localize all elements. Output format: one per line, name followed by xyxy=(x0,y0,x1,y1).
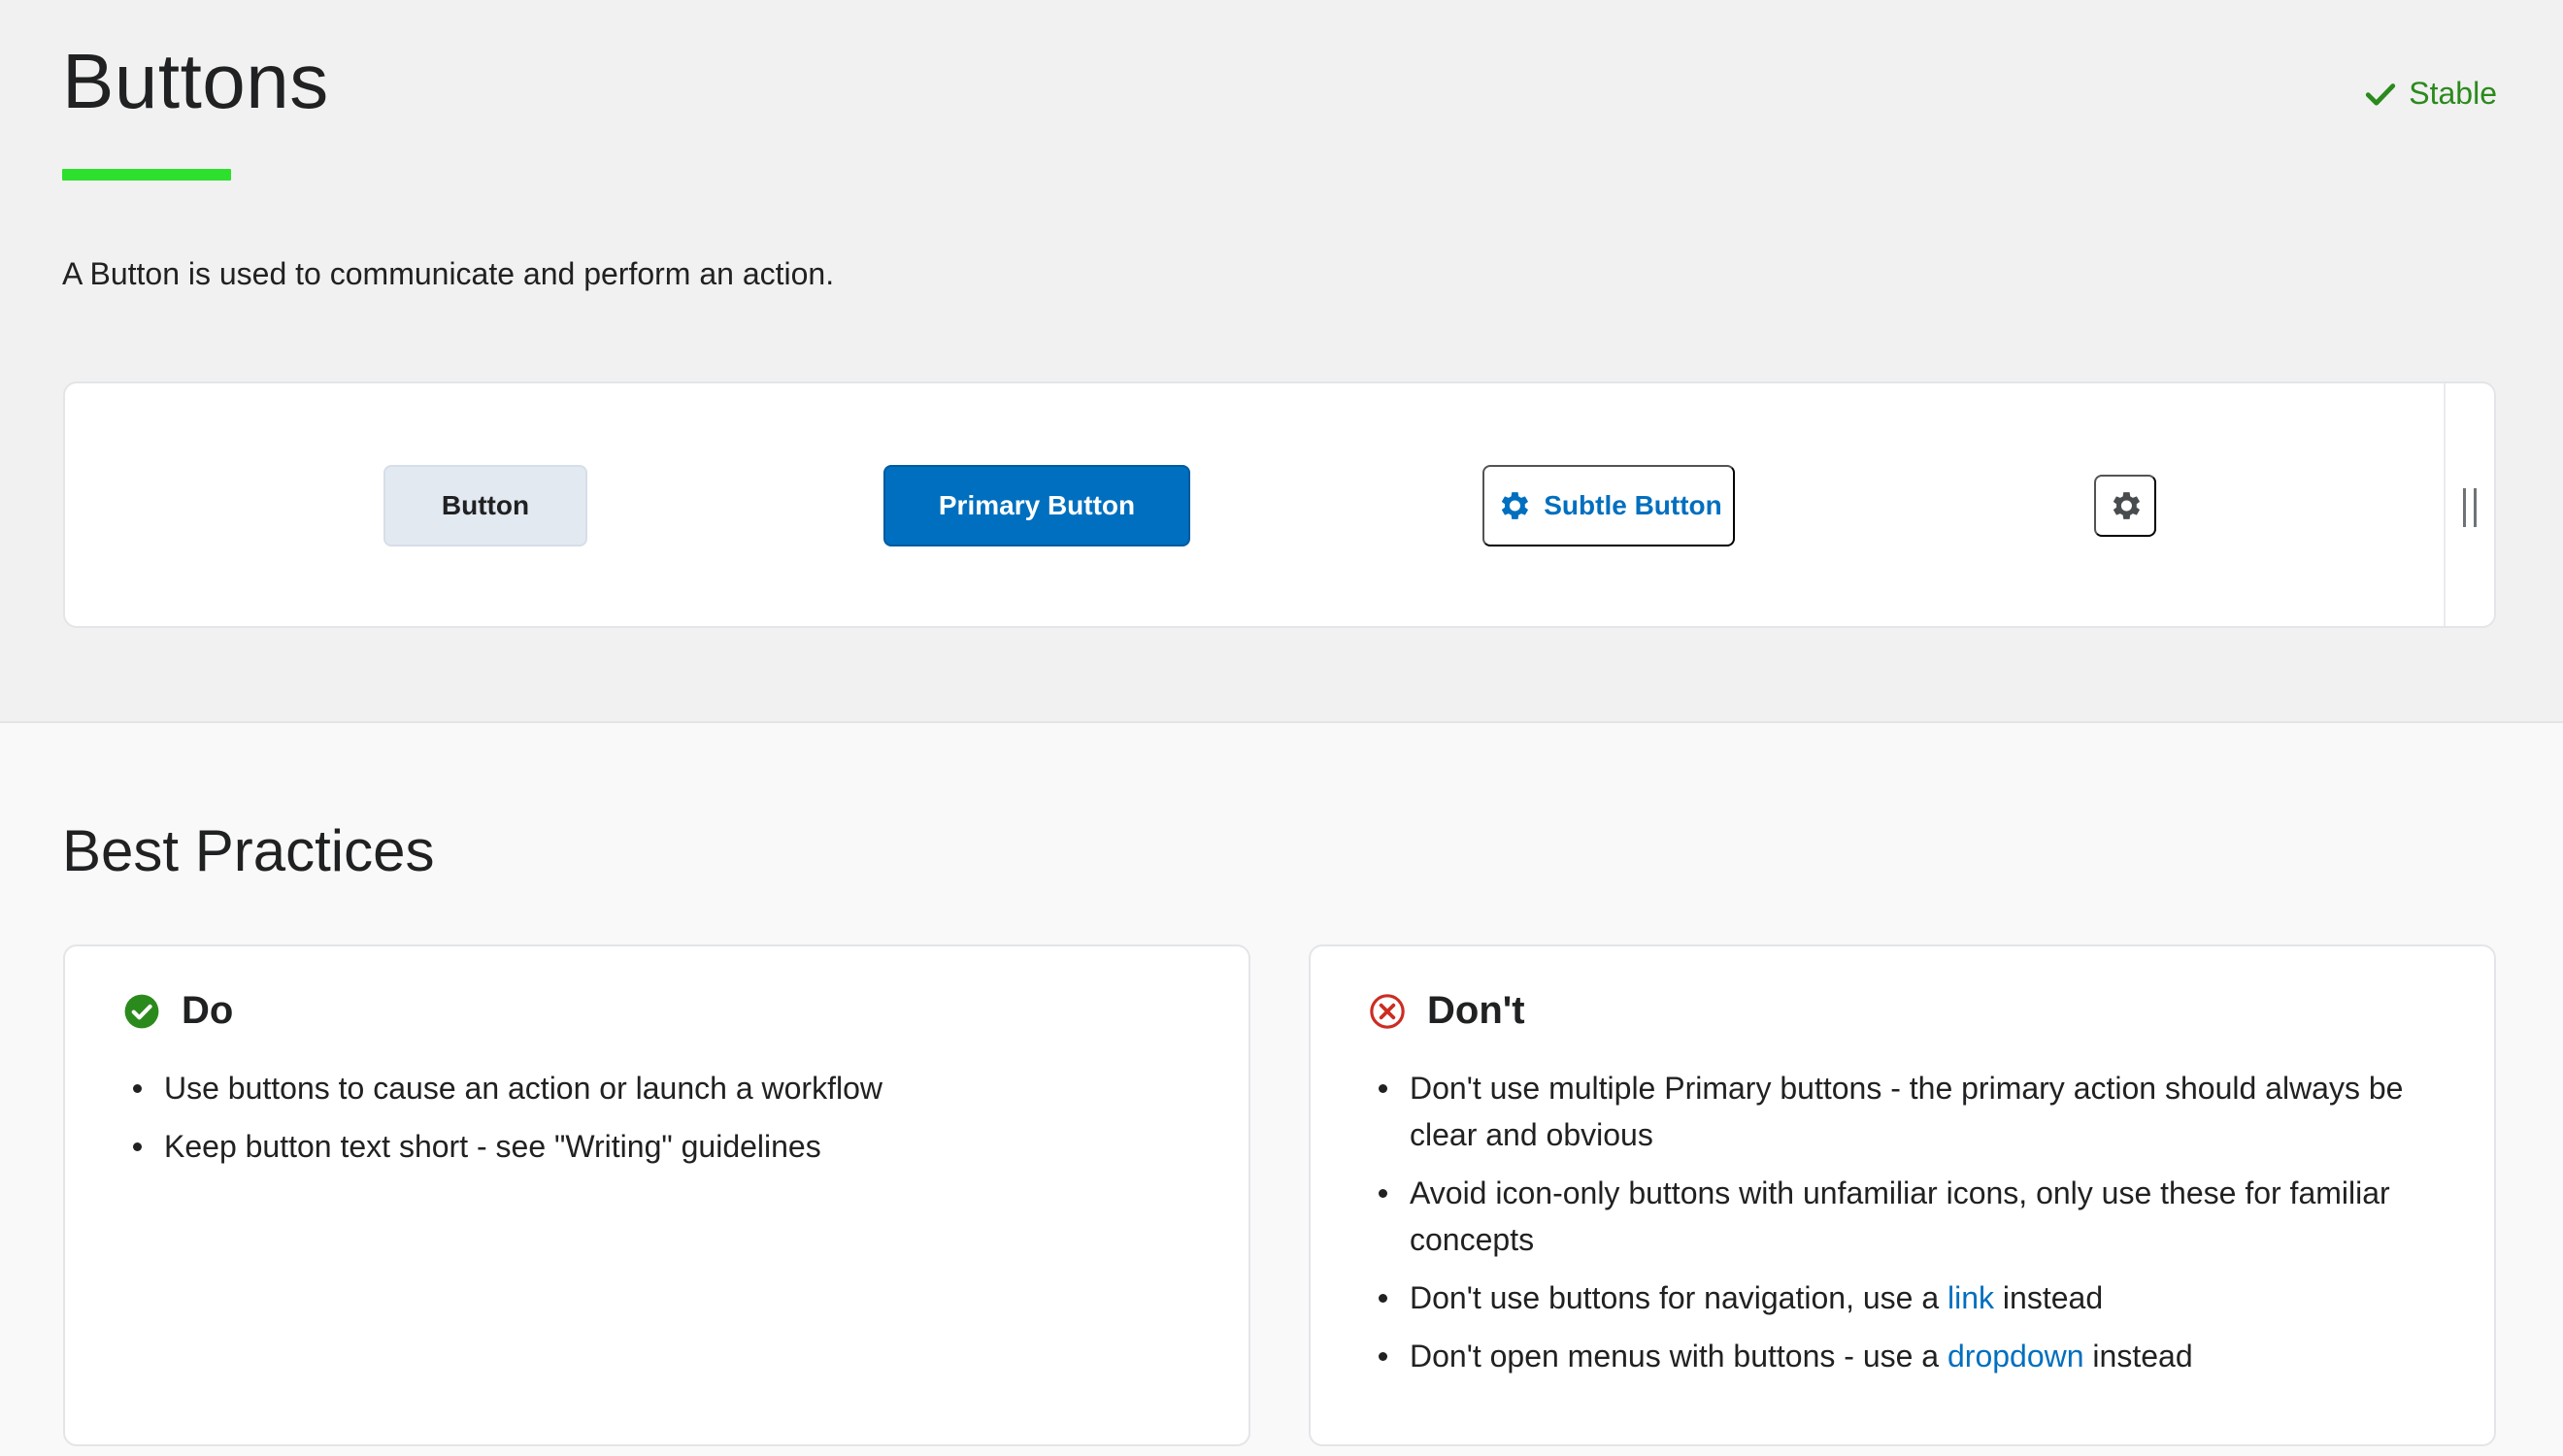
resize-grip xyxy=(2463,488,2466,527)
dont-list: Don't use multiple Primary buttons - the… xyxy=(1369,1065,2417,1391)
link-link[interactable]: link xyxy=(1947,1280,1994,1315)
do-heading: Do xyxy=(123,989,233,1033)
dont-item: Don't open menus with buttons - use a dr… xyxy=(1369,1333,2417,1379)
do-heading-label: Do xyxy=(182,989,234,1032)
dont-item: Don't use multiple Primary buttons - the… xyxy=(1369,1065,2417,1158)
gear-icon xyxy=(1502,492,1529,519)
top-section: Buttons Stable A Button is used to commu… xyxy=(0,0,2563,723)
subtle-button[interactable]: Subtle Button xyxy=(1482,465,1735,546)
panel-divider xyxy=(2444,383,2446,626)
page-title: Buttons xyxy=(62,38,329,124)
check-circle-icon xyxy=(124,994,159,1028)
x-circle-icon xyxy=(1370,993,1405,1029)
intro-text: A Button is used to communicate and perf… xyxy=(62,256,835,291)
subtle-button-label: Subtle Button xyxy=(1544,490,1722,520)
dont-heading-label: Don't xyxy=(1427,989,1525,1032)
do-item: Keep button text short - see "Writing" g… xyxy=(123,1123,1172,1170)
dont-item: Don't use buttons for navigation, use a … xyxy=(1369,1274,2417,1321)
do-list: Use buttons to cause an action or launch… xyxy=(123,1065,1172,1181)
resize-grip xyxy=(2474,488,2477,527)
title-underline xyxy=(62,169,231,181)
dont-item: Avoid icon-only buttons with unfamiliar … xyxy=(1369,1170,2417,1263)
best-practices-title: Best Practices xyxy=(62,818,435,883)
primary-button[interactable]: Primary Button xyxy=(883,465,1190,546)
dont-item-text: Don't open menus with buttons - use a xyxy=(1410,1339,1947,1373)
status-label: Stable xyxy=(2409,76,2497,111)
do-card: Do Use buttons to cause an action or lau… xyxy=(63,944,1250,1446)
gear-icon xyxy=(2113,492,2141,519)
dont-card: Don't Don't use multiple Primary buttons… xyxy=(1309,944,2496,1446)
dont-item-text: Don't use buttons for navigation, use a xyxy=(1410,1280,1948,1315)
dont-heading: Don't xyxy=(1369,989,1525,1033)
normal-button[interactable]: Button xyxy=(383,465,587,546)
button-demo-panel: Button Primary Button Subtle Button xyxy=(63,381,2496,628)
dont-item-text: instead xyxy=(2083,1339,2193,1373)
dropdown-link[interactable]: dropdown xyxy=(1947,1339,2084,1373)
resize-handle[interactable] xyxy=(2463,488,2477,527)
icon-button[interactable] xyxy=(2094,475,2156,537)
status-badge: Stable xyxy=(2364,76,2497,112)
do-item: Use buttons to cause an action or launch… xyxy=(123,1065,1172,1111)
dont-item-text: instead xyxy=(1994,1280,2104,1315)
checkmark-icon xyxy=(2366,83,2396,106)
